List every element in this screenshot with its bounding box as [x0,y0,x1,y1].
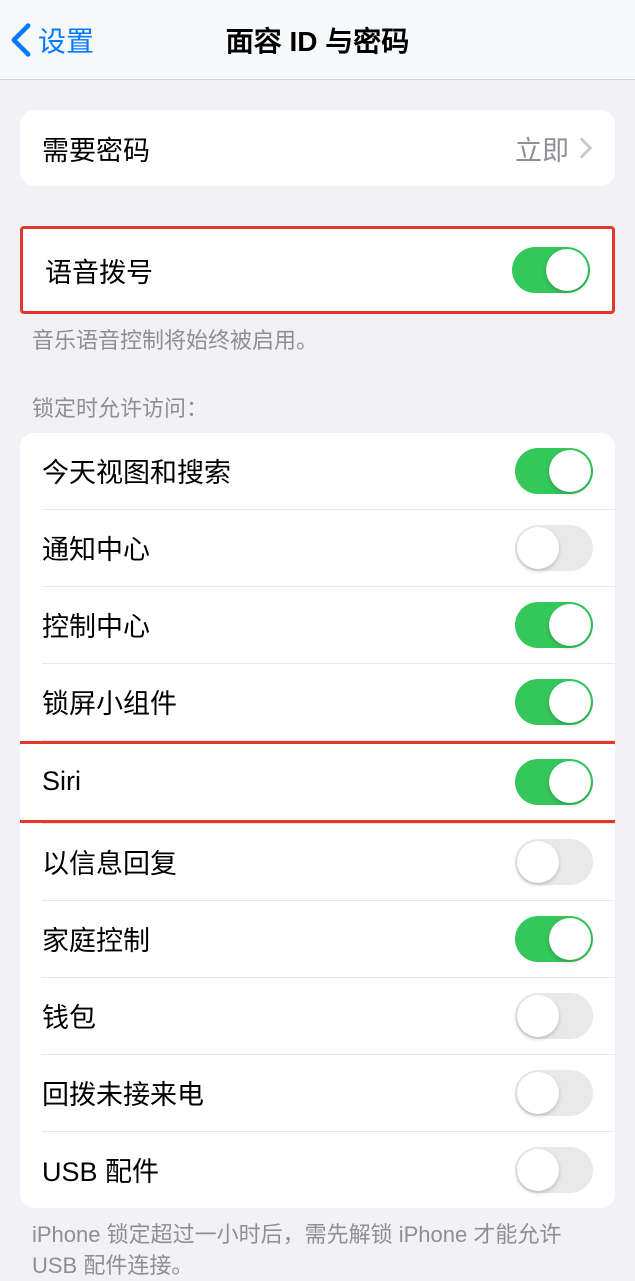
home-control-row: 家庭控制 [20,901,615,977]
usb-accessories-toggle[interactable] [515,1147,593,1193]
require-passcode-label: 需要密码 [42,129,150,168]
chevron-right-icon [579,137,593,159]
lock-access-section: 今天视图和搜索 通知中心 控制中心 锁屏小组件 Siri 以信息回复 [20,433,615,1208]
passcode-section: 需要密码 立即 [20,110,615,186]
require-passcode-value: 立即 [515,129,593,168]
notification-center-toggle[interactable] [515,525,593,571]
reply-with-message-toggle[interactable] [515,839,593,885]
lock-screen-widgets-row: 锁屏小组件 [20,664,615,740]
voice-dial-row: 语音拨号 [23,229,612,311]
siri-highlight: Siri [20,741,615,823]
usb-accessories-label: USB 配件 [42,1150,159,1189]
lock-screen-widgets-label: 锁屏小组件 [42,682,177,721]
today-view-toggle[interactable] [515,448,593,494]
return-missed-calls-label: 回拨未接来电 [42,1073,204,1112]
today-view-label: 今天视图和搜索 [42,451,231,490]
siri-toggle[interactable] [515,759,593,805]
require-passcode-row[interactable]: 需要密码 立即 [20,110,615,186]
reply-with-message-label: 以信息回复 [42,842,177,881]
siri-label: Siri [42,766,81,797]
nav-title: 面容 ID 与密码 [226,20,410,60]
home-control-label: 家庭控制 [42,919,150,958]
content: 需要密码 立即 语音拨号 音乐语音控制将始终被启用。 锁定时允许访问： 今天视图… [0,110,635,1281]
return-missed-calls-row: 回拨未接来电 [20,1055,615,1131]
wallet-row: 钱包 [20,978,615,1054]
reply-with-message-row: 以信息回复 [20,824,615,900]
control-center-row: 控制中心 [20,587,615,663]
voice-dial-footer: 音乐语音控制将始终被启用。 [0,314,635,357]
lock-screen-widgets-toggle[interactable] [515,679,593,725]
siri-row: Siri [20,744,615,820]
control-center-toggle[interactable] [515,602,593,648]
wallet-label: 钱包 [42,996,96,1035]
today-view-row: 今天视图和搜索 [20,433,615,509]
return-missed-calls-toggle[interactable] [515,1070,593,1116]
voice-dial-label: 语音拨号 [45,251,153,290]
wallet-toggle[interactable] [515,993,593,1039]
toggle-knob [546,249,588,291]
usb-accessories-row: USB 配件 [20,1132,615,1208]
nav-back-label: 设置 [38,20,94,60]
lock-access-header: 锁定时允许访问： [0,357,635,433]
control-center-label: 控制中心 [42,605,150,644]
voice-dial-section: 语音拨号 [20,226,615,314]
notification-center-label: 通知中心 [42,528,150,567]
usb-footer: iPhone 锁定超过一小时后，需先解锁 iPhone 才能允许 USB 配件连… [0,1208,635,1281]
nav-back-button[interactable]: 设置 [0,20,94,60]
nav-bar: 设置 面容 ID 与密码 [0,0,635,80]
notification-center-row: 通知中心 [20,510,615,586]
chevron-left-icon [10,22,32,58]
home-control-toggle[interactable] [515,916,593,962]
voice-dial-toggle[interactable] [512,247,590,293]
